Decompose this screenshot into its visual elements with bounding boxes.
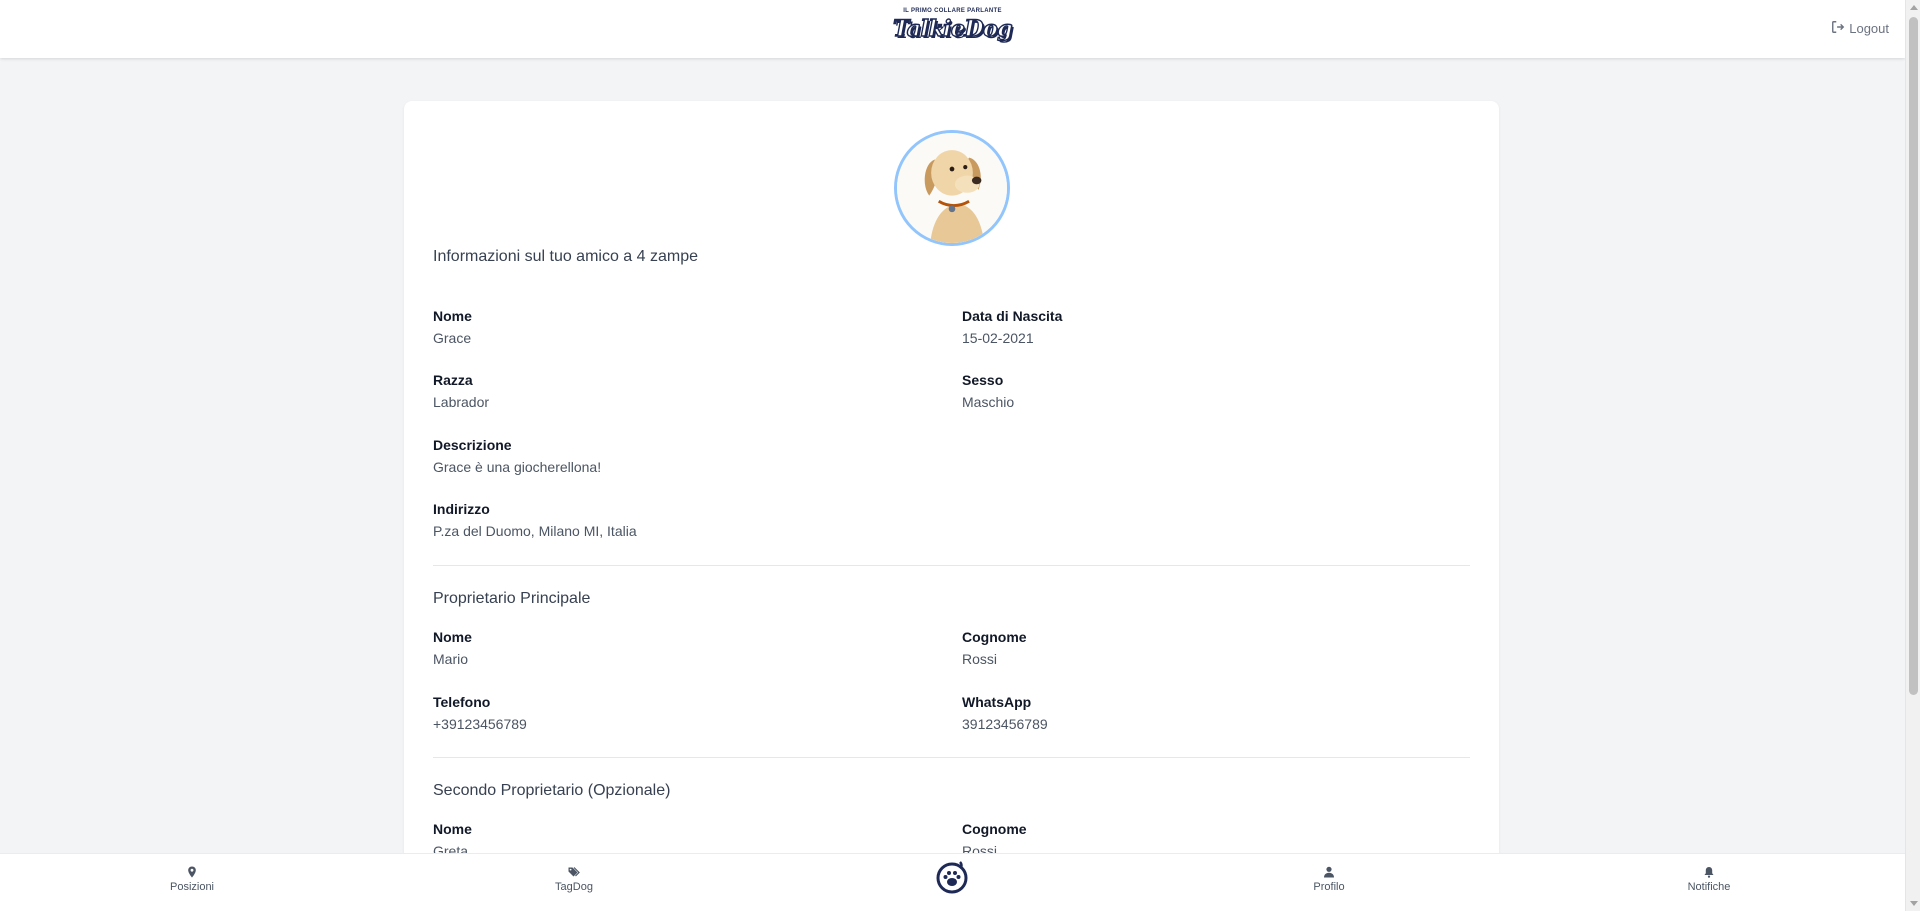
field-label: Sesso [962, 372, 1004, 388]
bell-icon [1659, 866, 1759, 878]
vertical-scrollbar[interactable] [1905, 0, 1920, 911]
nav-label: TagDog [555, 881, 593, 893]
owner-name-field: Nome Mario [433, 629, 472, 668]
scrollbar-thumb[interactable] [1909, 17, 1918, 695]
field-label: Cognome [962, 629, 1027, 645]
nav-label: Notifiche [1687, 881, 1731, 893]
field-value: Rossi [962, 651, 998, 667]
field-value: +39123456789 [433, 716, 527, 732]
pet-name-field: Nome Grace [433, 308, 472, 347]
field-label: Nome [433, 821, 472, 837]
nav-notifiche[interactable]: Notifiche [1659, 866, 1759, 893]
field-label: Descrizione [433, 437, 512, 453]
pet-birthdate-field: Data di Nascita 15-02-2021 [962, 308, 1062, 347]
logout-button[interactable]: Logout [1831, 20, 1889, 37]
pet-avatar [894, 130, 1010, 246]
owner-whatsapp-field: WhatsApp 39123456789 [962, 694, 1048, 733]
brand-logo[interactable]: IL PRIMO COLLARE PARLANTE TalkieDog [892, 8, 1013, 43]
location-pin-icon [142, 866, 242, 878]
nav-label: Posizioni [169, 881, 215, 893]
paw-center-icon [932, 861, 972, 900]
field-label: Cognome [962, 821, 1027, 837]
field-value: Grace [433, 330, 472, 346]
scroll-down-icon[interactable] [1910, 901, 1918, 906]
nav-posizioni[interactable]: Posizioni [142, 866, 242, 893]
top-header: IL PRIMO COLLARE PARLANTE TalkieDog Logo… [0, 0, 1905, 58]
logout-icon [1831, 20, 1845, 37]
owner-phone-field: Telefono +39123456789 [433, 694, 527, 733]
field-value: P.za del Duomo, Milano MI, Italia [433, 523, 637, 539]
nav-profilo[interactable]: Profilo [1279, 866, 1379, 893]
field-label: Razza [433, 372, 473, 388]
field-value: Maschio [962, 394, 1015, 410]
brand-tagline: IL PRIMO COLLARE PARLANTE [903, 8, 1002, 14]
field-label: Data di Nascita [962, 308, 1063, 324]
nav-tagdog[interactable]: TagDog [524, 866, 624, 893]
field-label: Nome [433, 629, 472, 645]
field-value: Grace è una giocherellona! [433, 459, 602, 475]
field-label: WhatsApp [962, 694, 1032, 710]
field-label: Telefono [433, 694, 491, 710]
profile-card: Informazioni sul tuo amico a 4 zampe Nom… [404, 101, 1499, 861]
pet-info-section: Informazioni sul tuo amico a 4 zampe [433, 248, 1470, 266]
nav-label: Profilo [1313, 881, 1345, 893]
brand-wordmark: TalkieDog [892, 15, 1013, 42]
second-owner-section: Secondo Proprietario (Opzionale) [433, 782, 1470, 800]
bottom-navigation: Posizioni TagDog Profilo Notifiche [0, 853, 1905, 911]
owner-surname-field: Cognome Rossi [962, 629, 1027, 668]
section-divider [433, 757, 1470, 758]
section-title: Informazioni sul tuo amico a 4 zampe [433, 248, 699, 265]
field-value: 15-02-2021 [962, 330, 1034, 346]
nav-home-paw[interactable] [932, 856, 972, 896]
field-value: 39123456789 [962, 716, 1048, 732]
owner-section: Proprietario Principale [433, 590, 1470, 608]
pet-description-field: Descrizione Grace è una giocherellona! [433, 437, 601, 476]
field-label: Nome [433, 308, 472, 324]
scroll-up-icon[interactable] [1910, 5, 1918, 10]
pet-sex-field: Sesso Maschio [962, 372, 1014, 411]
logout-label: Logout [1849, 21, 1889, 36]
field-value: Labrador [433, 394, 490, 410]
field-label: Indirizzo [433, 501, 490, 517]
user-icon [1279, 866, 1379, 878]
field-value: Mario [433, 651, 469, 667]
pet-breed-field: Razza Labrador [433, 372, 489, 411]
pet-address-field: Indirizzo P.za del Duomo, Milano MI, Ita… [433, 501, 637, 540]
section-divider [433, 565, 1470, 566]
section-title: Secondo Proprietario (Opzionale) [433, 782, 671, 799]
tags-icon [524, 866, 624, 878]
section-title: Proprietario Principale [433, 590, 591, 607]
